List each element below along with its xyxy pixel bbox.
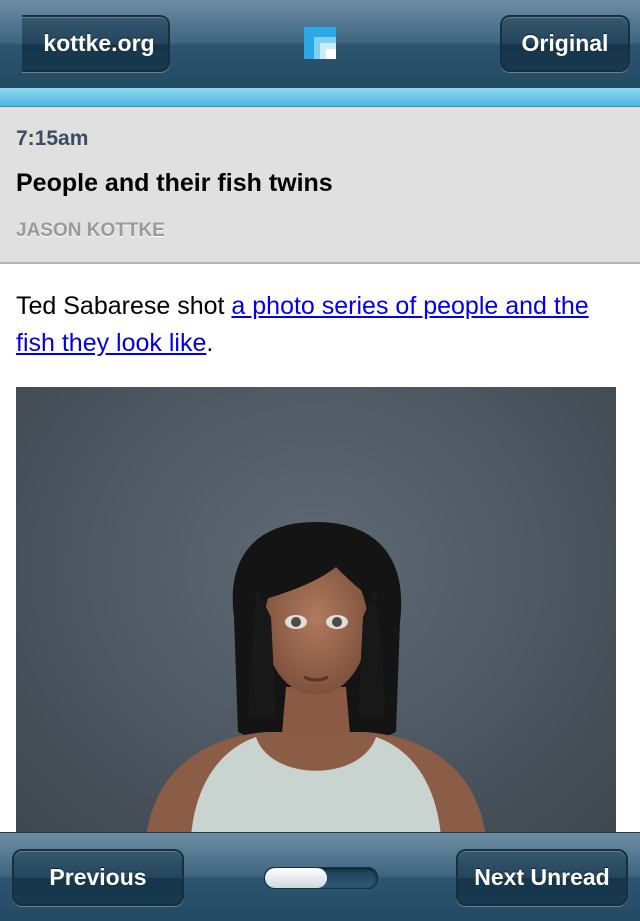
article-body: Ted Sabarese shot a photo series of peop… (16, 288, 626, 362)
previous-button[interactable]: Previous (12, 849, 184, 906)
reading-progress-bar (264, 867, 378, 889)
original-button[interactable]: Original (500, 15, 630, 72)
top-nav-bar: kottke.org Original (0, 0, 640, 89)
article-title: People and their fish twins (16, 169, 333, 197)
article-author: JASON KOTTKE (16, 220, 165, 241)
back-button-body[interactable]: kottke.org (22, 15, 170, 72)
portrait-photo-icon (146, 522, 486, 837)
app-logo-icon (304, 27, 336, 59)
accent-bar (0, 88, 640, 107)
next-unread-button[interactable]: Next Unread (456, 849, 628, 906)
article-time: 7:15am (16, 127, 89, 150)
next-unread-button-label: Next Unread (474, 864, 610, 890)
article-header: 7:15am People and their fish twins JASON… (0, 107, 640, 264)
previous-button-label: Previous (49, 864, 147, 890)
bottom-toolbar: Previous Next Unread (0, 832, 640, 921)
article-photo[interactable] (16, 387, 616, 837)
original-button-label: Original (521, 30, 609, 56)
body-suffix: . (206, 329, 214, 357)
back-button-label: kottke.org (43, 30, 155, 56)
progress-fill (265, 868, 327, 888)
body-prefix: Ted Sabarese shot (16, 292, 232, 320)
